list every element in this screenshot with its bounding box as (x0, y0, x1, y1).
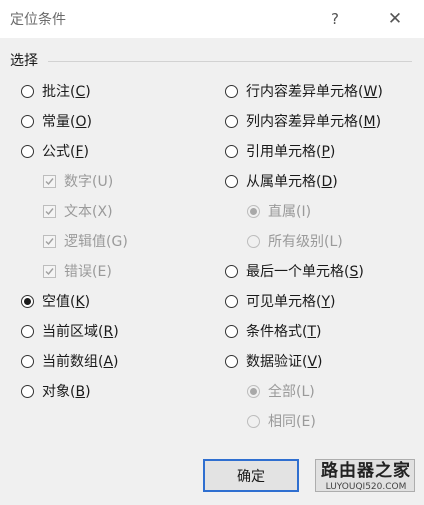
radio-precedents[interactable] (225, 144, 238, 158)
option-current-array[interactable]: 当前数组(A) (21, 351, 119, 371)
radio-current-array[interactable] (21, 354, 34, 368)
title-bar: 定位条件 ? ✕ (0, 0, 424, 38)
watermark-logo: 路由器之家 LUYOUQI520.COM (316, 460, 416, 496)
option-objects[interactable]: 对象(B) (21, 381, 91, 401)
close-button[interactable]: ✕ (380, 4, 410, 34)
option-label: 可见单元格(Y) (246, 294, 336, 310)
option-label: 当前数组(A) (42, 354, 119, 370)
radio-last-cell[interactable] (225, 264, 238, 278)
option-label: 当前区域(R) (42, 324, 119, 340)
radio-objects[interactable] (21, 384, 34, 398)
radio-constants[interactable] (21, 114, 34, 128)
option-label: 数字(U) (64, 174, 114, 190)
option-label: 列内容差异单元格(M) (246, 114, 382, 130)
option-last-cell[interactable]: 最后一个单元格(S) (225, 261, 364, 281)
option-label: 行内容差异单元格(W) (246, 84, 383, 100)
option-dependents[interactable]: 从属单元格(D) (225, 171, 338, 191)
radio-blanks[interactable] (21, 294, 34, 308)
radio-current-region[interactable] (21, 324, 34, 338)
option-label: 最后一个单元格(S) (246, 264, 364, 280)
radio-validation-all (247, 384, 260, 398)
watermark-url: LUYOUQI520.COM (325, 482, 407, 492)
option-current-region[interactable]: 当前区域(R) (21, 321, 119, 341)
option-label: 条件格式(T) (246, 324, 322, 340)
option-label: 常量(O) (42, 114, 92, 130)
radio-comments[interactable] (21, 84, 34, 98)
help-icon: ? (331, 10, 339, 28)
option-label: 全部(L) (268, 384, 315, 400)
option-formulas[interactable]: 公式(F) (21, 141, 89, 161)
check-icon (45, 207, 54, 215)
option-label: 错误(E) (64, 264, 112, 280)
radio-row-differences[interactable] (225, 84, 238, 98)
option-logicals: 逻辑值(G) (43, 231, 128, 251)
option-text: 文本(X) (43, 201, 113, 221)
ok-button[interactable]: 确定 (203, 459, 299, 492)
radio-direct-only (247, 204, 260, 218)
check-icon (45, 177, 54, 185)
radio-dependents[interactable] (225, 174, 238, 188)
watermark-title: 路由器之家 (321, 461, 411, 481)
option-direct-only: 直属(I) (247, 201, 311, 221)
option-label: 相同(E) (268, 414, 316, 430)
checkbox-logicals (43, 234, 56, 248)
option-numbers: 数字(U) (43, 171, 113, 191)
dialog-title: 定位条件 (10, 12, 66, 28)
option-label: 引用单元格(P) (246, 144, 336, 160)
option-label: 直属(I) (268, 204, 312, 220)
radio-validation-same (247, 414, 260, 428)
option-label: 对象(B) (42, 384, 91, 400)
checkbox-numbers (43, 174, 56, 188)
option-label: 从属单元格(D) (246, 174, 338, 190)
radio-visible-cells[interactable] (225, 294, 238, 308)
option-precedents[interactable]: 引用单元格(P) (225, 141, 335, 161)
check-icon (45, 237, 54, 245)
option-validation-same: 相同(E) (247, 411, 316, 431)
radio-all-levels (247, 234, 260, 248)
option-conditional-formats[interactable]: 条件格式(T) (225, 321, 322, 341)
group-label-select: 选择 (10, 53, 38, 69)
ok-button-label: 确定 (237, 468, 265, 485)
option-data-validation[interactable]: 数据验证(V) (225, 351, 323, 371)
option-errors: 错误(E) (43, 261, 112, 281)
option-label: 所有级别(L) (268, 234, 343, 250)
group-divider (48, 61, 412, 62)
radio-conditional-formats[interactable] (225, 324, 238, 338)
checkbox-text (43, 204, 56, 218)
option-row-differences[interactable]: 行内容差异单元格(W) (225, 81, 383, 101)
option-label: 数据验证(V) (246, 354, 323, 370)
help-button[interactable]: ? (320, 4, 350, 34)
option-constants[interactable]: 常量(O) (21, 111, 92, 131)
close-icon: ✕ (387, 9, 403, 29)
option-comments[interactable]: 批注(C) (21, 81, 91, 101)
check-icon (45, 267, 54, 275)
radio-data-validation[interactable] (225, 354, 238, 368)
radio-formulas[interactable] (21, 144, 34, 158)
option-label: 空值(K) (42, 294, 91, 310)
option-label: 逻辑值(G) (64, 234, 128, 250)
option-visible-cells[interactable]: 可见单元格(Y) (225, 291, 336, 311)
option-all-levels: 所有级别(L) (247, 231, 343, 251)
option-label: 批注(C) (42, 84, 91, 100)
checkbox-errors (43, 264, 56, 278)
radio-column-differences[interactable] (225, 114, 238, 128)
option-label: 公式(F) (42, 144, 89, 160)
option-label: 文本(X) (64, 204, 113, 220)
option-validation-all: 全部(L) (247, 381, 315, 401)
option-blanks[interactable]: 空值(K) (21, 291, 90, 311)
option-column-differences[interactable]: 列内容差异单元格(M) (225, 111, 381, 131)
